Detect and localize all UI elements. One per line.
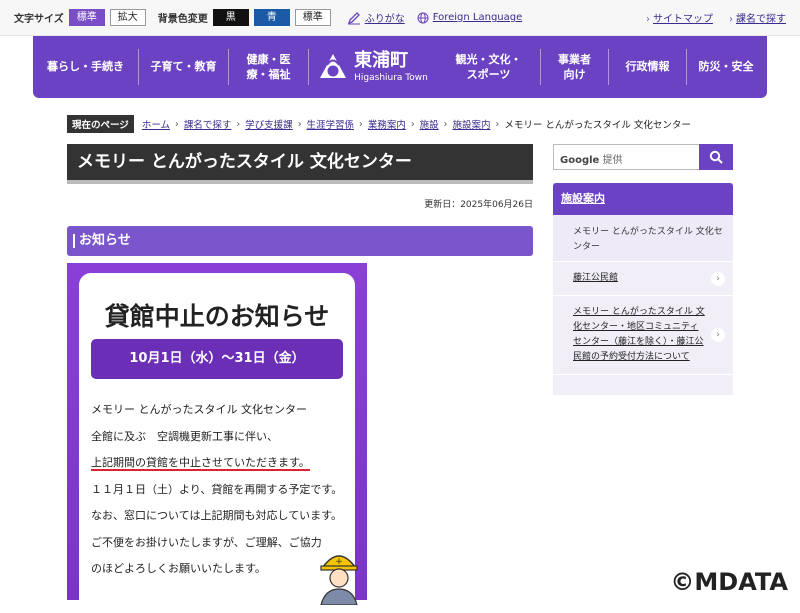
font-size-label: 文字サイズ bbox=[14, 14, 64, 25]
breadcrumb-link[interactable]: 生涯学習係 bbox=[307, 117, 355, 131]
search-icon bbox=[709, 150, 723, 164]
poster-body: メモリー とんがったスタイル 文化センター 全館に及ぶ 空調機更新工事に伴い、 … bbox=[91, 397, 349, 583]
breadcrumb-separator: › bbox=[359, 118, 363, 130]
global-nav: 暮らし・手続き 子育て・教育 健康・医療・福祉 東浦町 Higashiura T… bbox=[33, 36, 767, 98]
poster-line: 上記期間の貸館を中止させていただきます。 bbox=[91, 450, 349, 477]
chevron-right-icon: › bbox=[711, 271, 725, 286]
globe-icon bbox=[417, 12, 429, 23]
sidebar-item-fujie[interactable]: 藤江公民館 › bbox=[553, 262, 733, 296]
poster-line: １１月１日（土）より、貸館を再開する予定です。 bbox=[91, 482, 343, 496]
sidebar-item-reservation[interactable]: メモリー とんがったスタイル 文化センター・地区コミュニティセンター（藤江を除く… bbox=[553, 296, 733, 375]
nav-item-living[interactable]: 暮らし・手続き bbox=[33, 49, 139, 85]
logo-subtitle: Higashiura Town bbox=[354, 72, 428, 83]
breadcrumb-link[interactable]: 課名で探す bbox=[184, 117, 232, 131]
breadcrumb-link[interactable]: 学び支援課 bbox=[245, 117, 293, 131]
breadcrumb-separator: › bbox=[236, 118, 241, 130]
breadcrumb-separator: › bbox=[297, 118, 302, 130]
breadcrumb-separator: › bbox=[443, 118, 448, 130]
chevron-right-icon: › bbox=[646, 14, 650, 25]
chevron-right-icon: › bbox=[729, 14, 733, 25]
bg-standard-button[interactable]: 標準 bbox=[294, 9, 331, 26]
page-title: メモリー とんがったスタイル 文化センター bbox=[67, 144, 533, 184]
copyright-watermark: ©MDATA bbox=[670, 568, 788, 596]
breadcrumb-current-label: 現在のページ bbox=[67, 115, 134, 133]
section-heading: お知らせ bbox=[67, 226, 533, 256]
poster-line: のほどよろしくお願いいたします。 bbox=[91, 562, 266, 575]
breadcrumb-separator: › bbox=[175, 118, 179, 130]
breadcrumb-link[interactable]: 業務案内 bbox=[368, 117, 406, 131]
nav-item-business[interactable]: 事業者向け bbox=[541, 49, 609, 85]
sidebar-item-current: メモリー とんがったスタイル 文化センター bbox=[553, 215, 733, 262]
breadcrumb-separator: › bbox=[410, 118, 415, 130]
foreign-language-label: Foreign Language bbox=[432, 12, 523, 23]
furigana-link[interactable]: ふりがな bbox=[347, 10, 405, 25]
google-label: Google bbox=[560, 155, 600, 166]
utility-links: › サイトマップ › 課名で探す bbox=[646, 10, 786, 25]
construction-worker-icon: + bbox=[320, 555, 358, 605]
svg-text:+: + bbox=[335, 557, 343, 567]
dept-search-label: 課名で探す bbox=[736, 14, 786, 25]
poster-heading: 貸館中止のお知らせ bbox=[104, 302, 330, 331]
bg-blue-button[interactable]: 青 bbox=[253, 9, 290, 26]
nav-item-childcare[interactable]: 子育て・教育 bbox=[139, 49, 229, 85]
breadcrumb-link[interactable]: 施設 bbox=[420, 117, 439, 131]
bg-black-button[interactable]: 黒 bbox=[212, 9, 249, 26]
nav-item-label: 事業者向け bbox=[558, 52, 591, 81]
poster-date: 10月1日（水）～31日（金） bbox=[91, 339, 343, 379]
furigana-label: ふりがな bbox=[364, 14, 405, 25]
nav-item-label: 健康・医療・福祉 bbox=[246, 52, 291, 81]
poster-line: 全館に及ぶ 空調機更新工事に伴い、 bbox=[91, 429, 278, 443]
chevron-right-icon: › bbox=[711, 328, 725, 342]
breadcrumb-current: メモリー とんがったスタイル 文化センター bbox=[504, 120, 691, 131]
bg-color-label: 背景色変更 bbox=[157, 14, 208, 25]
poster-line: ご不便をお掛けいたしますが、ご理解、ご協力 bbox=[91, 535, 322, 549]
nav-item-health[interactable]: 健康・医療・福祉 bbox=[229, 49, 309, 85]
poster-card: 貸館中止のお知らせ 10月1日（水）～31日（金） メモリー とんがったスタイル… bbox=[79, 273, 358, 613]
town-emblem-icon bbox=[320, 54, 347, 78]
notice-poster-image: 貸館中止のお知らせ 10月1日（水）～31日（金） メモリー とんがったスタイル… bbox=[67, 263, 367, 613]
site-logo[interactable]: 東浦町 Higashiura Town bbox=[309, 36, 437, 98]
logo-text: 東浦町 Higashiura Town bbox=[354, 49, 428, 83]
nav-item-administration[interactable]: 行政情報 bbox=[609, 49, 687, 85]
search-input[interactable]: Google 提供 bbox=[560, 151, 623, 166]
dept-search-link[interactable]: › 課名で探す bbox=[729, 10, 786, 25]
nav-item-label: 防災・安全 bbox=[698, 60, 754, 74]
nav-item-label: 行政情報 bbox=[625, 60, 670, 74]
logo-name: 東浦町 bbox=[354, 49, 409, 71]
breadcrumb: 現在のページ ホーム › 課名で探す › 学び支援課 › 生涯学習係 › 業務案内 › 施… bbox=[67, 115, 767, 133]
sidebar-menu: 施設案内 メモリー とんがったスタイル 文化センター 藤江公民館 › メモリー … bbox=[553, 183, 733, 395]
sidebar-item-label[interactable]: メモリー とんがったスタイル 文化センター・地区コミュニティセンター（藤江を除く… bbox=[573, 307, 705, 362]
poster-line: なお、窓口については上記期間も対応しています。 bbox=[91, 509, 343, 522]
sidebar-heading[interactable]: 施設案内 bbox=[553, 183, 733, 215]
pencil-icon bbox=[347, 11, 360, 24]
site-search[interactable]: Google 提供 bbox=[553, 144, 733, 170]
sidebar-item-label[interactable]: 藤江公民館 bbox=[573, 273, 618, 283]
font-standard-button[interactable]: 標準 bbox=[68, 9, 105, 26]
breadcrumb-link[interactable]: ホーム bbox=[142, 117, 170, 131]
nav-item-disaster[interactable]: 防災・安全 bbox=[687, 49, 765, 85]
font-large-button[interactable]: 拡大 bbox=[109, 9, 146, 26]
poster-line: メモリー とんがったスタイル 文化センター bbox=[91, 403, 307, 416]
sitemap-link[interactable]: › サイトマップ bbox=[646, 10, 713, 25]
breadcrumb-link[interactable]: 施設案内 bbox=[452, 117, 490, 131]
sitemap-label: サイトマップ bbox=[653, 14, 713, 25]
search-button[interactable] bbox=[699, 144, 733, 170]
nav-item-label: 子育て・教育 bbox=[150, 60, 217, 74]
poster-line-underlined: 上記期間の貸館を中止させていただきます。 bbox=[91, 456, 310, 471]
nav-item-label: 観光・文化・スポーツ bbox=[455, 52, 522, 81]
utility-bar: 文字サイズ 標準 拡大 背景色変更 黒 青 標準 ふりがな Foreign La… bbox=[0, 0, 800, 36]
updated-date: 更新日：2025年06月26日 bbox=[424, 200, 533, 210]
search-placeholder: 提供 bbox=[602, 155, 623, 166]
nav-item-tourism[interactable]: 観光・文化・スポーツ bbox=[437, 49, 541, 85]
breadcrumb-separator: › bbox=[495, 118, 500, 130]
foreign-language-link[interactable]: Foreign Language bbox=[417, 12, 523, 24]
